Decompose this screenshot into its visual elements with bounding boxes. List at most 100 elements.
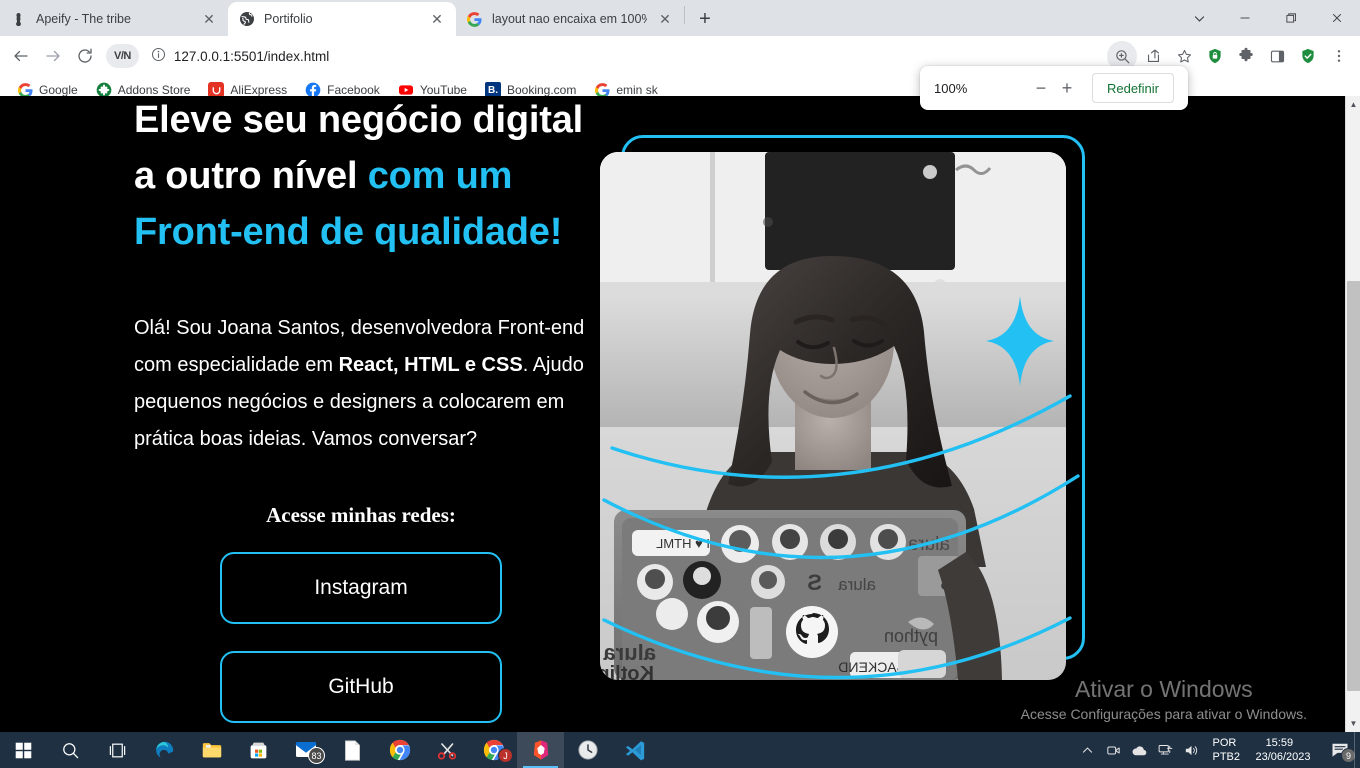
- side-panel-icon[interactable]: [1262, 41, 1292, 71]
- bookmark-label: Booking.com: [506, 83, 577, 97]
- browser-tab-0[interactable]: Apeify - The tribe ✕: [0, 2, 228, 36]
- tray-overflow-icon[interactable]: [1074, 732, 1100, 768]
- tab-strip: Apeify - The tribe ✕ Portifolio ✕ layout…: [0, 0, 1360, 36]
- svg-text:python: python: [884, 626, 938, 646]
- bookmark-label: YouTube: [419, 83, 467, 97]
- browser-tab-1[interactable]: Portifolio ✕: [228, 2, 456, 36]
- system-tray: POR 15:59 PTB2 23/06/2023 9: [1074, 732, 1360, 768]
- chrome-icon: [389, 739, 410, 761]
- chrome-profile-button[interactable]: J: [470, 732, 517, 768]
- tab-search-chevron-down-icon[interactable]: [1176, 0, 1222, 36]
- task-view-button[interactable]: [94, 732, 141, 768]
- extensions-puzzle-icon[interactable]: [1231, 41, 1261, 71]
- instagram-button[interactable]: Instagram: [220, 552, 502, 624]
- taskbar-clock[interactable]: POR 15:59 PTB2 23/06/2023: [1204, 732, 1320, 768]
- chrome-menu-icon[interactable]: [1324, 41, 1354, 71]
- page-scrollbar[interactable]: ▲ ▼: [1345, 96, 1360, 732]
- edge-icon: [155, 741, 173, 758]
- clock-date: 23/06/2023: [1255, 751, 1311, 763]
- language-indicator-bottom: PTB2: [1212, 751, 1240, 763]
- zoom-reset-button[interactable]: Redefinir: [1091, 73, 1174, 103]
- tab-close-icon-2[interactable]: ✕: [656, 10, 674, 28]
- browser-tab-label-2: layout nao encaixa em 100% goo: [492, 12, 647, 26]
- svg-text:alura: alura: [907, 534, 950, 555]
- bio-bold-skills: React, HTML e CSS: [338, 354, 523, 376]
- vscode-button[interactable]: [611, 732, 658, 768]
- chrome-button[interactable]: [376, 732, 423, 768]
- social-heading: Acesse minhas redes:: [266, 503, 456, 527]
- portfolio-page: Eleve seu negócio digital a outro nível …: [0, 96, 1345, 732]
- headline-part-1: Eleve seu negócio digital a outro nível: [134, 99, 584, 197]
- hero-text-column: Eleve seu negócio digital a outro nível …: [0, 96, 600, 732]
- social-buttons: Instagram GitHub: [0, 552, 588, 723]
- scissors-icon: [437, 743, 456, 760]
- back-icon[interactable]: [6, 41, 36, 71]
- forward-icon[interactable]: [38, 41, 68, 71]
- webcam-icon[interactable]: [1100, 732, 1126, 768]
- search-icon: [63, 742, 79, 758]
- mail-button[interactable]: 83: [282, 732, 329, 768]
- close-button[interactable]: [1314, 0, 1360, 36]
- address-bar-url: 127.0.0.1:5501/index.html: [173, 48, 330, 64]
- tab-close-icon-0[interactable]: ✕: [200, 10, 218, 28]
- google-icon: [466, 11, 483, 28]
- window-controls: [1176, 0, 1360, 36]
- svg-text:I ♥ HTML: I ♥ HTML: [656, 536, 710, 551]
- minimize-button[interactable]: [1222, 0, 1268, 36]
- windows-taskbar: 83 J POR 15:59 PTB2 23/06/2023 9: [0, 732, 1360, 768]
- scroll-down-icon[interactable]: ▼: [1346, 715, 1360, 732]
- bookmark-label: emin sk: [616, 83, 658, 97]
- page-viewport: Eleve seu negócio digital a outro nível …: [0, 96, 1360, 732]
- task-view-icon: [109, 743, 126, 757]
- globe-icon: [238, 11, 255, 28]
- bookmark-label: Facebook: [327, 83, 380, 97]
- svg-text:BACKEND: BACKEND: [838, 659, 906, 675]
- search-button[interactable]: [47, 732, 94, 768]
- photo-illustration: I ♥ HTML alura JS S alura: [600, 152, 1066, 680]
- apeify-icon: [10, 11, 27, 28]
- volume-icon[interactable]: [1178, 732, 1204, 768]
- snipping-tool-button[interactable]: [423, 732, 470, 768]
- folder-icon: [202, 743, 221, 758]
- zoom-out-button[interactable]: −: [1028, 75, 1054, 101]
- password-shield-icon[interactable]: [1200, 41, 1230, 71]
- clock-time: 15:59: [1265, 737, 1294, 749]
- network-icon[interactable]: [1152, 732, 1178, 768]
- github-button[interactable]: GitHub: [220, 651, 502, 723]
- bio-paragraph: Olá! Sou Joana Santos, desenvolvedora Fr…: [134, 310, 600, 458]
- document-icon: [345, 739, 360, 761]
- onedrive-icon[interactable]: [1126, 732, 1152, 768]
- store-icon: [250, 742, 267, 758]
- maximize-button[interactable]: [1268, 0, 1314, 36]
- adblock-shield-icon[interactable]: [1293, 41, 1323, 71]
- site-info-icon[interactable]: [151, 47, 166, 65]
- mail-badge: 83: [308, 747, 325, 764]
- new-tab-button[interactable]: +: [691, 5, 719, 33]
- bookmark-label: Google: [39, 83, 78, 97]
- clock-app-button[interactable]: [564, 732, 611, 768]
- hero-image-column: I ♥ HTML alura JS S alura: [600, 96, 1345, 732]
- bookmark-label: AliExpress: [230, 83, 288, 97]
- zoom-level-value: 100%: [934, 80, 968, 96]
- page-title: Eleve seu negócio digital a outro nível …: [134, 96, 600, 260]
- start-button[interactable]: [0, 732, 47, 768]
- notepad-button[interactable]: [329, 732, 376, 768]
- vpn-extension-icon[interactable]: V/N: [106, 44, 139, 68]
- zoom-in-button[interactable]: +: [1054, 75, 1080, 101]
- browser-window: Apeify - The tribe ✕ Portifolio ✕ layout…: [0, 0, 1360, 768]
- developer-photo: I ♥ HTML alura JS S alura: [600, 152, 1066, 680]
- language-indicator-top: POR: [1212, 737, 1237, 749]
- edge-button[interactable]: [141, 732, 188, 768]
- scroll-up-icon[interactable]: ▲: [1346, 96, 1360, 113]
- file-explorer-button[interactable]: [188, 732, 235, 768]
- show-desktop-button[interactable]: [1354, 732, 1360, 768]
- brave-button[interactable]: [517, 732, 564, 768]
- reload-icon[interactable]: [70, 41, 100, 71]
- vscode-icon: [625, 741, 644, 761]
- brave-icon: [533, 740, 548, 760]
- scrollbar-thumb[interactable]: [1347, 281, 1360, 691]
- clock-icon: [577, 740, 598, 760]
- tab-close-icon-1[interactable]: ✕: [428, 10, 446, 28]
- microsoft-store-button[interactable]: [235, 732, 282, 768]
- browser-tab-2[interactable]: layout nao encaixa em 100% goo ✕: [456, 2, 684, 36]
